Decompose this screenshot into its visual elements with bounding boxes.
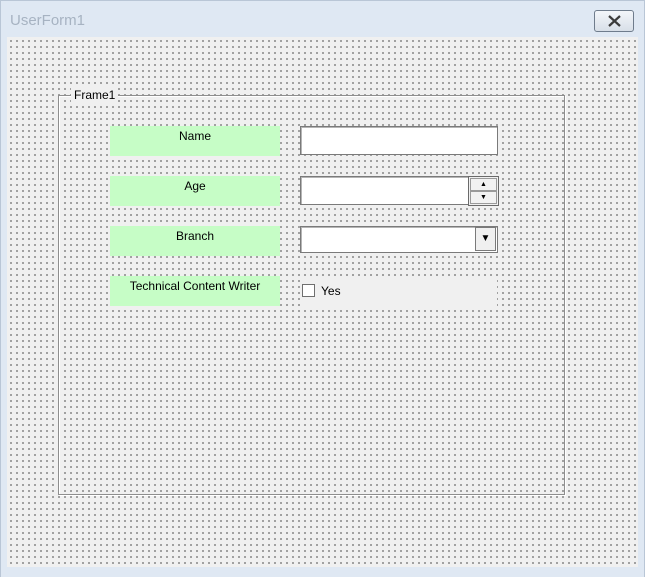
spin-down-button[interactable]: ▼ (470, 191, 497, 204)
window-bottom-edge (1, 569, 644, 577)
frame-caption: Frame1 (71, 88, 119, 102)
close-button[interactable] (594, 10, 634, 32)
age-spinner[interactable]: ▲ ▼ (468, 176, 499, 206)
spin-up-button[interactable]: ▲ (470, 178, 497, 191)
close-icon (608, 15, 621, 27)
writer-checkbox[interactable] (302, 284, 315, 297)
age-textbox[interactable] (300, 176, 469, 205)
technical-content-writer-label: Technical Content Writer (110, 276, 280, 306)
branch-dropdown-button[interactable]: ▼ (475, 227, 496, 251)
window-title: UserForm1 (10, 12, 86, 29)
branch-combobox[interactable] (300, 226, 498, 253)
age-label: Age (110, 176, 280, 206)
name-label: Name (110, 126, 280, 156)
title-bar: UserForm1 (1, 1, 644, 37)
userform-window: UserForm1 Frame1 Name Age ▲ ▼ Branch ▼ T… (0, 0, 645, 577)
name-textbox[interactable] (300, 126, 498, 155)
writer-checkbox-label[interactable]: Yes (321, 284, 341, 298)
chevron-down-icon: ▼ (480, 233, 491, 244)
branch-label: Branch (110, 226, 280, 256)
